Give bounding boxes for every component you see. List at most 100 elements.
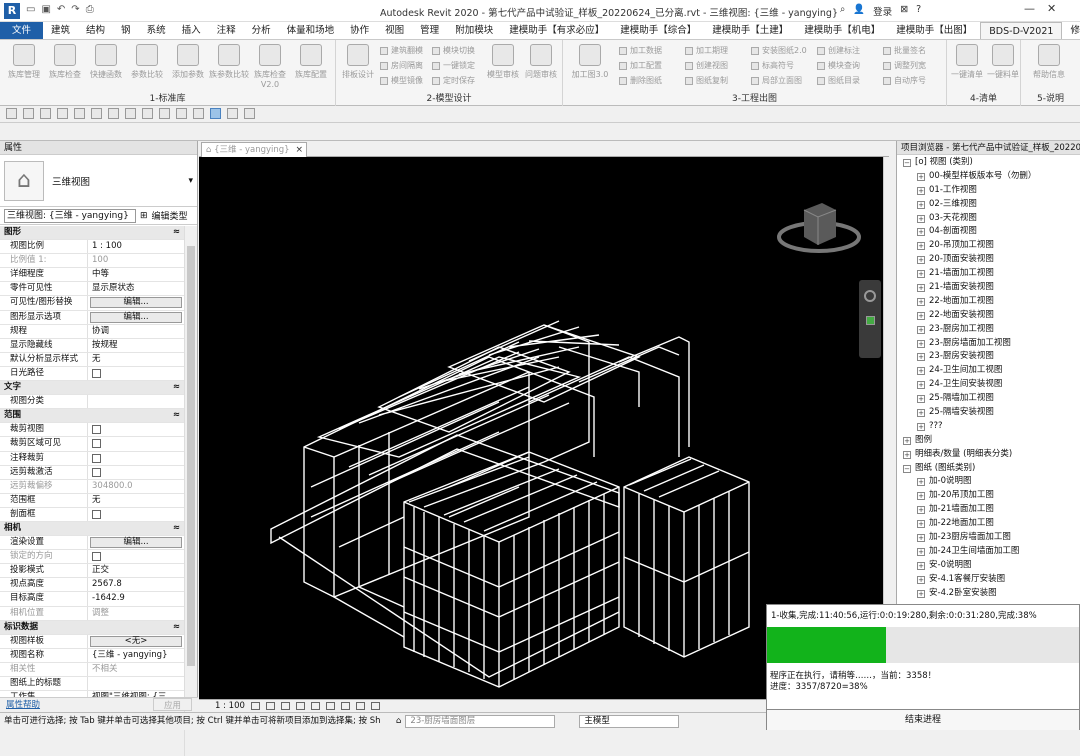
drawing-tool-4[interactable]: 批量签名 [883, 44, 926, 57]
design-tool-1[interactable]: 模块切换 [432, 44, 475, 57]
checkbox[interactable] [92, 439, 101, 449]
expand-icon[interactable]: + [917, 533, 925, 542]
library-button-6[interactable]: 族库检查V2.0 [250, 42, 290, 89]
property-section[interactable]: 范围 ≈ [0, 409, 184, 424]
expand-icon[interactable]: + [917, 270, 925, 279]
property-section[interactable]: 图形 ≈ [0, 226, 184, 241]
browser-tree-item[interactable]: + 安-4.2卧室安装图 [897, 587, 1080, 601]
apply-button[interactable]: 应用 [152, 698, 192, 711]
redo-icon[interactable]: ↷ [71, 4, 79, 15]
edit-button[interactable]: <无> [90, 635, 182, 647]
text-icon[interactable] [159, 108, 170, 119]
browser-tree-item[interactable]: + 加-21墙面加工图 [897, 503, 1080, 517]
shadows-icon[interactable] [295, 702, 305, 710]
expand-icon[interactable]: + [917, 589, 925, 598]
browser-tree-item[interactable]: +03-天花视图 [897, 212, 1080, 226]
property-value[interactable] [88, 395, 184, 408]
expand-icon[interactable]: + [917, 408, 925, 417]
browser-tree-item[interactable]: +24-卫生间加工视图 [897, 364, 1080, 378]
sync-icon[interactable] [40, 108, 51, 119]
user-icon[interactable]: 👤 [853, 4, 865, 18]
browser-tree-item[interactable]: +02-三维视图 [897, 198, 1080, 212]
collapse-icon[interactable]: − [903, 158, 911, 167]
expand-icon[interactable]: + [917, 422, 925, 431]
drawing-tool-13[interactable]: 图纸目录 [817, 74, 860, 87]
design-tool-5[interactable]: 定时保存 [432, 74, 475, 87]
property-value[interactable]: -1642.9 [88, 592, 184, 605]
expand-icon[interactable]: + [917, 395, 925, 404]
design-option-dropdown[interactable]: 主模型 [579, 715, 680, 728]
close-icon[interactable]: × [295, 143, 303, 157]
3d-view-icon[interactable] [176, 108, 187, 119]
edit-button[interactable]: 编辑... [90, 297, 182, 309]
lock-icon[interactable] [340, 702, 350, 710]
collapse-icon[interactable]: ≈ [88, 226, 184, 239]
view-cube[interactable] [774, 195, 864, 257]
property-value[interactable]: 显示原状态 [88, 282, 184, 295]
tab-8[interactable]: 体量和场地 [279, 22, 343, 39]
browser-tree-item[interactable]: + 明细表/数量 (明细表分类) [897, 448, 1080, 462]
expand-icon[interactable]: + [917, 283, 925, 292]
expand-icon[interactable]: + [917, 325, 925, 334]
drawing-tool-8[interactable]: 模块查询 [817, 59, 860, 72]
checkbox[interactable] [92, 509, 101, 519]
collapse-icon[interactable]: ≈ [88, 409, 184, 422]
drawing-tool-1[interactable]: 加工期理 [685, 44, 728, 57]
workset-icon[interactable]: ⌂ [396, 713, 401, 730]
edit-type-icon[interactable]: ⊞ [140, 211, 148, 221]
expand-icon[interactable]: + [917, 297, 925, 306]
browser-tree-item[interactable]: +??? [897, 420, 1080, 434]
expand-icon[interactable]: + [917, 353, 925, 362]
steering-wheel-icon[interactable] [864, 290, 876, 302]
expand-icon[interactable]: + [917, 367, 925, 376]
browser-tree-item[interactable]: +23-厨房墙面加工视图 [897, 337, 1080, 351]
tab-12[interactable]: 附加模块 [447, 22, 501, 39]
design-tool-2[interactable]: 房间隔离 [380, 59, 423, 72]
property-value[interactable]: 无 [88, 494, 184, 507]
minimize-icon[interactable]: — [1024, 2, 1035, 15]
collapse-icon[interactable]: ≈ [88, 381, 184, 394]
checkbox[interactable] [92, 453, 101, 463]
property-section[interactable]: 文字 ≈ [0, 381, 184, 396]
properties-help-link[interactable]: 属性帮助 [6, 698, 40, 711]
redo-icon[interactable] [74, 108, 85, 119]
browser-tree-item[interactable]: + 加-22地面加工图 [897, 517, 1080, 531]
tab-10[interactable]: 视图 [377, 22, 412, 39]
expand-icon[interactable]: + [917, 311, 925, 320]
browser-tree-item[interactable]: +01-工作视图 [897, 184, 1080, 198]
expand-icon[interactable]: + [917, 339, 925, 348]
property-value[interactable]: 2567.8 [88, 578, 184, 591]
browser-tree-item[interactable]: − 图纸 (图纸类别) [897, 462, 1080, 476]
browser-tree-item[interactable]: +21-墙面安装视图 [897, 281, 1080, 295]
save-icon[interactable] [23, 108, 34, 119]
chevron-down-icon[interactable]: ▾ [188, 176, 193, 186]
browser-tree-item[interactable]: +23-厨房加工视图 [897, 323, 1080, 337]
expand-icon[interactable]: + [917, 478, 925, 487]
tab-6[interactable]: 注释 [209, 22, 244, 39]
browser-tree-item[interactable]: + 安-0说明图 [897, 559, 1080, 573]
print-icon[interactable] [91, 108, 102, 119]
browser-tree-item[interactable]: + 安-4.1客餐厅安装图 [897, 573, 1080, 587]
help-icon[interactable]: ? [916, 4, 921, 18]
view-selector-dropdown[interactable]: 三维视图: {三维 - yangying} [4, 208, 136, 223]
browser-tree-item[interactable]: + 加-23厨房墙面加工图 [897, 531, 1080, 545]
edit-button[interactable]: 编辑... [90, 311, 182, 323]
tab-0[interactable]: 文件 [0, 22, 44, 39]
undo-icon[interactable]: ↶ [57, 4, 65, 15]
hide-isolate-icon[interactable] [355, 702, 365, 710]
switch-windows-icon[interactable] [244, 108, 255, 119]
library-button-5[interactable]: 族参数比较 [209, 42, 249, 80]
property-value[interactable]: 无 [88, 353, 184, 366]
drawing-tool-11[interactable]: 图纸复制 [685, 74, 728, 87]
tab-3[interactable]: 钢 [113, 22, 139, 39]
navigation-bar[interactable] [859, 280, 881, 358]
tab-11[interactable]: 管理 [412, 22, 447, 39]
design-tool-3[interactable]: 一键锁定 [432, 59, 475, 72]
drawing-tool-0[interactable]: 加工数据 [619, 44, 662, 57]
property-value[interactable]: 协调 [88, 325, 184, 338]
open-icon[interactable]: ▭ [26, 4, 35, 15]
library-button-3[interactable]: 参数比较 [127, 42, 167, 80]
expand-icon[interactable]: + [917, 242, 925, 251]
model-review-button[interactable]: 模型审核 [483, 42, 523, 80]
drawing-tool-6[interactable]: 创建视图 [685, 59, 728, 72]
